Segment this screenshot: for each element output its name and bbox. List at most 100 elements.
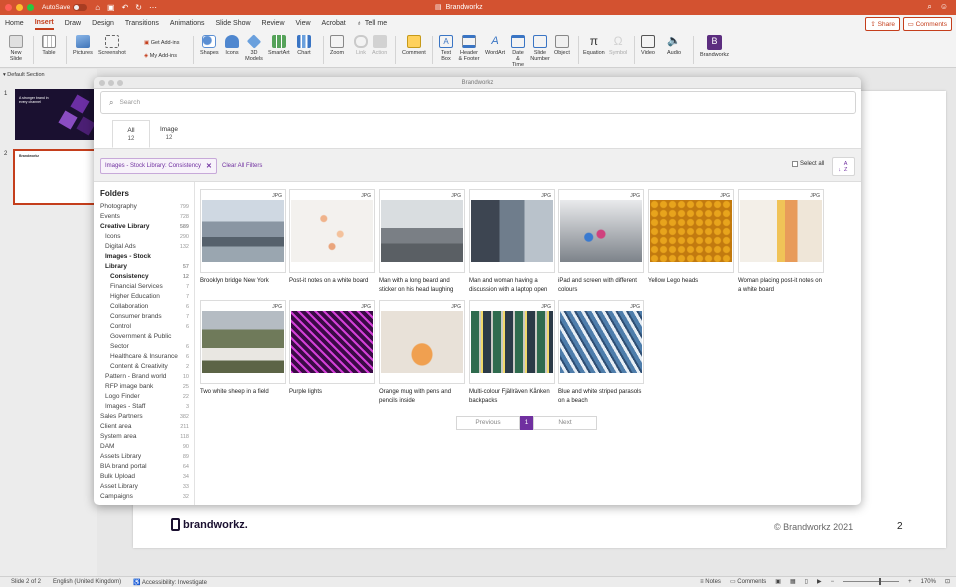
- smartart-button[interactable]: SmartArt: [268, 35, 290, 56]
- folder-item[interactable]: Images - Stock: [94, 252, 194, 262]
- account-icon[interactable]: ☺: [940, 2, 948, 12]
- asset-caption[interactable]: Multi-colour Fjällräven Kånken backpacks: [469, 388, 557, 405]
- asset-caption[interactable]: Woman placing post-it notes on a white b…: [738, 277, 826, 294]
- language-indicator[interactable]: English (United Kingdom): [53, 579, 121, 586]
- folder-item[interactable]: Consumer brands 7: [94, 312, 194, 322]
- folder-item[interactable]: Pattern - Brand world 10: [94, 372, 194, 382]
- minimize-window-button[interactable]: [16, 4, 23, 11]
- asset-card[interactable]: JPG: [379, 300, 465, 384]
- get-addins-button[interactable]: ▣ Get Add-ins: [144, 37, 179, 50]
- redo-icon[interactable]: ↻: [135, 3, 142, 12]
- dialog-close-button[interactable]: [99, 80, 105, 86]
- brandworkz-addin-button[interactable]: B Brandworkz: [700, 35, 729, 58]
- tab-animations[interactable]: Animations: [170, 18, 205, 29]
- tab-acrobat[interactable]: Acrobat: [322, 18, 346, 29]
- zoom-out-button[interactable]: −: [831, 579, 835, 585]
- tab-all[interactable]: All 12: [112, 120, 150, 148]
- asset-caption[interactable]: Man and woman having a discussion with a…: [469, 277, 557, 294]
- folder-item[interactable]: Icons 290: [94, 232, 194, 242]
- asset-card[interactable]: JPG: [469, 300, 555, 384]
- slide-number-button[interactable]: Slide Number: [530, 35, 550, 62]
- asset-card[interactable]: JPG: [289, 189, 375, 273]
- slideshow-icon[interactable]: ▶: [817, 578, 822, 585]
- asset-caption[interactable]: Blue and white striped parasols on a bea…: [558, 388, 646, 405]
- comments-button[interactable]: ▭ Comments: [902, 17, 952, 31]
- folder-item[interactable]: Library 57: [94, 262, 194, 272]
- zoom-window-button[interactable]: [27, 4, 34, 11]
- tab-image[interactable]: Image 12: [150, 120, 188, 148]
- folder-item[interactable]: BIA brand portal 64: [94, 462, 194, 472]
- asset-search-input[interactable]: ⌕ Search: [100, 91, 856, 114]
- asset-card[interactable]: JPG: [200, 300, 286, 384]
- video-button[interactable]: Video: [641, 35, 655, 56]
- tell-me-search[interactable]: ♁ Tell me: [357, 18, 387, 29]
- tab-home[interactable]: Home: [5, 18, 24, 29]
- section-header[interactable]: ▾ Default Section: [3, 72, 45, 78]
- folder-item[interactable]: Bulk Upload 34: [94, 472, 194, 482]
- notes-button[interactable]: ≡ Notes: [700, 579, 721, 585]
- asset-card[interactable]: JPG: [558, 300, 644, 384]
- chart-button[interactable]: Chart: [297, 35, 311, 56]
- zoom-button[interactable]: Zoom: [330, 35, 344, 56]
- reading-view-icon[interactable]: ▯: [805, 578, 808, 585]
- folder-item[interactable]: System area 118: [94, 432, 194, 442]
- folder-item[interactable]: Collaboration 6: [94, 302, 194, 312]
- normal-view-icon[interactable]: ▣: [775, 578, 781, 585]
- slide-thumbnail-1[interactable]: A stronger brand in every channel: [15, 89, 95, 140]
- icons-button[interactable]: Icons: [225, 35, 239, 56]
- folder-item[interactable]: Government & Public: [94, 332, 194, 342]
- wordart-button[interactable]: A WordArt: [485, 35, 505, 56]
- tab-review[interactable]: Review: [262, 18, 285, 29]
- zoom-level[interactable]: 170%: [921, 579, 936, 585]
- header-footer-button[interactable]: Header & Footer: [458, 35, 480, 62]
- folder-item[interactable]: Images - Staff 3: [94, 402, 194, 412]
- equation-button[interactable]: π Equation: [583, 35, 605, 56]
- asset-card[interactable]: JPG: [469, 189, 555, 273]
- folder-item[interactable]: Logo Finder 22: [94, 392, 194, 402]
- asset-caption[interactable]: Post-it notes on a white board: [289, 277, 377, 286]
- asset-caption[interactable]: Brooklyn bridge New York: [200, 277, 288, 286]
- asset-card[interactable]: JPG: [289, 300, 375, 384]
- folder-item[interactable]: Photography 799: [94, 202, 194, 212]
- folder-item[interactable]: DAM 90: [94, 442, 194, 452]
- shapes-button[interactable]: Shapes: [200, 35, 219, 56]
- folder-item[interactable]: Control 6: [94, 322, 194, 332]
- dialog-zoom-button[interactable]: [117, 80, 123, 86]
- folder-item[interactable]: Creative Library 589: [94, 222, 194, 232]
- comment-button[interactable]: Comment: [402, 35, 426, 56]
- my-addins-button[interactable]: ◈ My Add-ins: [144, 50, 179, 63]
- accessibility-indicator[interactable]: ♿ Accessibility: Investigate: [133, 579, 207, 586]
- folder-item[interactable]: Consistency 12: [94, 272, 194, 282]
- remove-filter-icon[interactable]: ✕: [206, 162, 212, 170]
- folder-item[interactable]: Healthcare & Insurance 6: [94, 352, 194, 362]
- new-slide-button[interactable]: New Slide: [6, 35, 26, 62]
- asset-caption[interactable]: iPad and screen with different colours: [558, 277, 646, 294]
- close-window-button[interactable]: [5, 4, 12, 11]
- folder-item[interactable]: Sector 6: [94, 342, 194, 352]
- slide-sorter-icon[interactable]: ▦: [790, 578, 796, 585]
- more-icon[interactable]: ⋯: [149, 3, 157, 12]
- autosave-toggle[interactable]: [73, 4, 88, 11]
- 3d-models-button[interactable]: 3D Models: [245, 34, 263, 62]
- tab-transitions[interactable]: Transitions: [125, 18, 159, 29]
- tab-insert[interactable]: Insert: [34, 17, 54, 30]
- select-all-checkbox[interactable]: Select all: [792, 161, 824, 167]
- link-button[interactable]: Link: [354, 35, 368, 56]
- undo-icon[interactable]: ↶: [122, 3, 129, 12]
- asset-card[interactable]: JPG: [738, 189, 824, 273]
- zoom-in-button[interactable]: +: [908, 579, 912, 585]
- folder-item[interactable]: Higher Education 7: [94, 292, 194, 302]
- asset-card[interactable]: JPG: [200, 189, 286, 273]
- folder-item[interactable]: Financial Services 7: [94, 282, 194, 292]
- date-time-button[interactable]: Date & Time: [510, 35, 526, 68]
- symbol-button[interactable]: Ω Symbol: [609, 35, 627, 56]
- screenshot-button[interactable]: Screenshot: [98, 35, 126, 56]
- folder-item[interactable]: Events 728: [94, 212, 194, 222]
- sort-button[interactable]: ↓ A Z: [832, 157, 855, 176]
- folder-item[interactable]: Sales Partners 382: [94, 412, 194, 422]
- save-icon[interactable]: ▣: [107, 3, 115, 12]
- folder-item[interactable]: Assets Library 89: [94, 452, 194, 462]
- dialog-minimize-button[interactable]: [108, 80, 114, 86]
- asset-caption[interactable]: Two white sheep in a field: [200, 388, 288, 397]
- folder-item[interactable]: Digital Ads 132: [94, 242, 194, 252]
